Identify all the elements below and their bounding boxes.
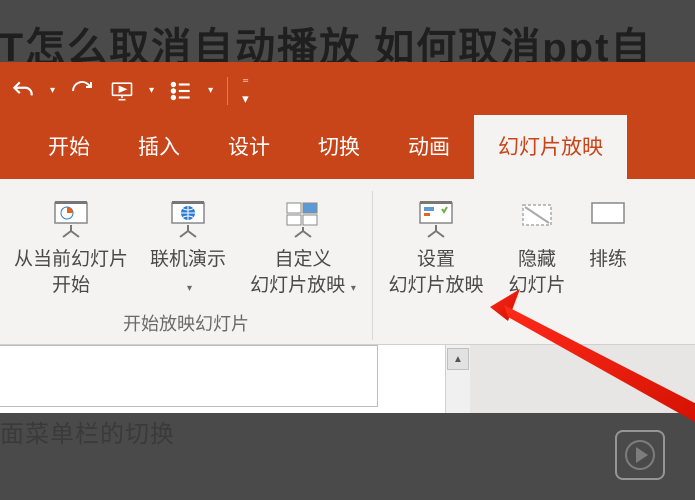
- qat-separator: [227, 77, 228, 105]
- thumbnail-scrollbar[interactable]: ▲: [446, 345, 470, 413]
- powerpoint-window: ▾ ▾ ▾ ⁼▾ 开始 插入 设计 切换 动画 幻灯片放映: [0, 62, 695, 413]
- undo-dropdown-icon[interactable]: ▾: [50, 85, 55, 96]
- group-label-start-slideshow: 开始放映幻灯片: [123, 304, 249, 340]
- present-online-button[interactable]: 联机演示▾: [140, 191, 236, 304]
- hide-slide-button[interactable]: 隐藏 幻灯片: [497, 191, 577, 304]
- slide-thumbnail[interactable]: [0, 345, 378, 407]
- undo-icon[interactable]: [10, 78, 36, 104]
- quick-access-toolbar: ▾ ▾ ▾ ⁼▾: [0, 62, 695, 119]
- from-current-slide-label: 从当前幻灯片 开始: [14, 247, 128, 298]
- custom-slideshow-icon: [281, 197, 325, 241]
- tab-design[interactable]: 设计: [204, 115, 294, 179]
- content-area: ▲: [0, 345, 695, 413]
- list-dropdown-icon[interactable]: ▾: [208, 85, 213, 96]
- tab-transitions[interactable]: 切换: [294, 115, 384, 179]
- present-online-label: 联机演示▾: [150, 247, 226, 298]
- setup-slideshow-icon: [414, 197, 458, 241]
- from-current-slide-icon: [49, 197, 93, 241]
- setup-slideshow-button[interactable]: 设置 幻灯片放映: [381, 191, 491, 304]
- ribbon-content: 从当前幻灯片 开始 联机演示▾ 自定义 幻灯片放映 ▾ 开始放映幻灯片: [0, 179, 695, 345]
- ribbon-group-setup: 设置 幻灯片放映 隐藏 幻灯片 排练: [373, 191, 641, 340]
- tab-animations[interactable]: 动画: [384, 115, 474, 179]
- customize-qat-icon[interactable]: ⁼▾: [242, 75, 249, 107]
- redo-icon[interactable]: [69, 78, 95, 104]
- start-from-beginning-icon[interactable]: [109, 78, 135, 104]
- ribbon-group-start-slideshow: 从当前幻灯片 开始 联机演示▾ 自定义 幻灯片放映 ▾ 开始放映幻灯片: [0, 191, 373, 340]
- hide-slide-label: 隐藏 幻灯片: [508, 247, 565, 298]
- chevron-down-icon: ▾: [187, 283, 192, 294]
- list-icon[interactable]: [168, 78, 194, 104]
- rehearse-icon: [586, 197, 630, 241]
- thumbnail-pane[interactable]: [0, 345, 446, 413]
- slide-edit-area[interactable]: [470, 345, 695, 413]
- tab-slideshow[interactable]: 幻灯片放映: [474, 115, 627, 179]
- background-caption: 面菜单栏的切换: [0, 414, 175, 449]
- ribbon-tabs: 开始 插入 设计 切换 动画 幻灯片放映: [0, 119, 695, 179]
- group-label-setup: [504, 304, 509, 335]
- setup-slideshow-label: 设置 幻灯片放映: [388, 247, 483, 298]
- hide-slide-icon: [515, 197, 559, 241]
- start-dropdown-icon[interactable]: ▾: [149, 85, 154, 96]
- custom-slideshow-label: 自定义 幻灯片放映 ▾: [250, 247, 356, 298]
- custom-slideshow-button[interactable]: 自定义 幻灯片放映 ▾: [242, 191, 364, 304]
- tab-home[interactable]: 开始: [24, 115, 114, 179]
- present-online-icon: [166, 197, 210, 241]
- scroll-up-icon[interactable]: ▲: [447, 348, 469, 370]
- rehearse-button[interactable]: 排练: [583, 191, 633, 304]
- chevron-down-icon: ▾: [348, 283, 356, 294]
- play-video-icon: [615, 430, 665, 480]
- rehearse-label: 排练: [589, 247, 627, 273]
- from-current-slide-button[interactable]: 从当前幻灯片 开始: [8, 191, 134, 304]
- tab-insert[interactable]: 插入: [114, 115, 204, 179]
